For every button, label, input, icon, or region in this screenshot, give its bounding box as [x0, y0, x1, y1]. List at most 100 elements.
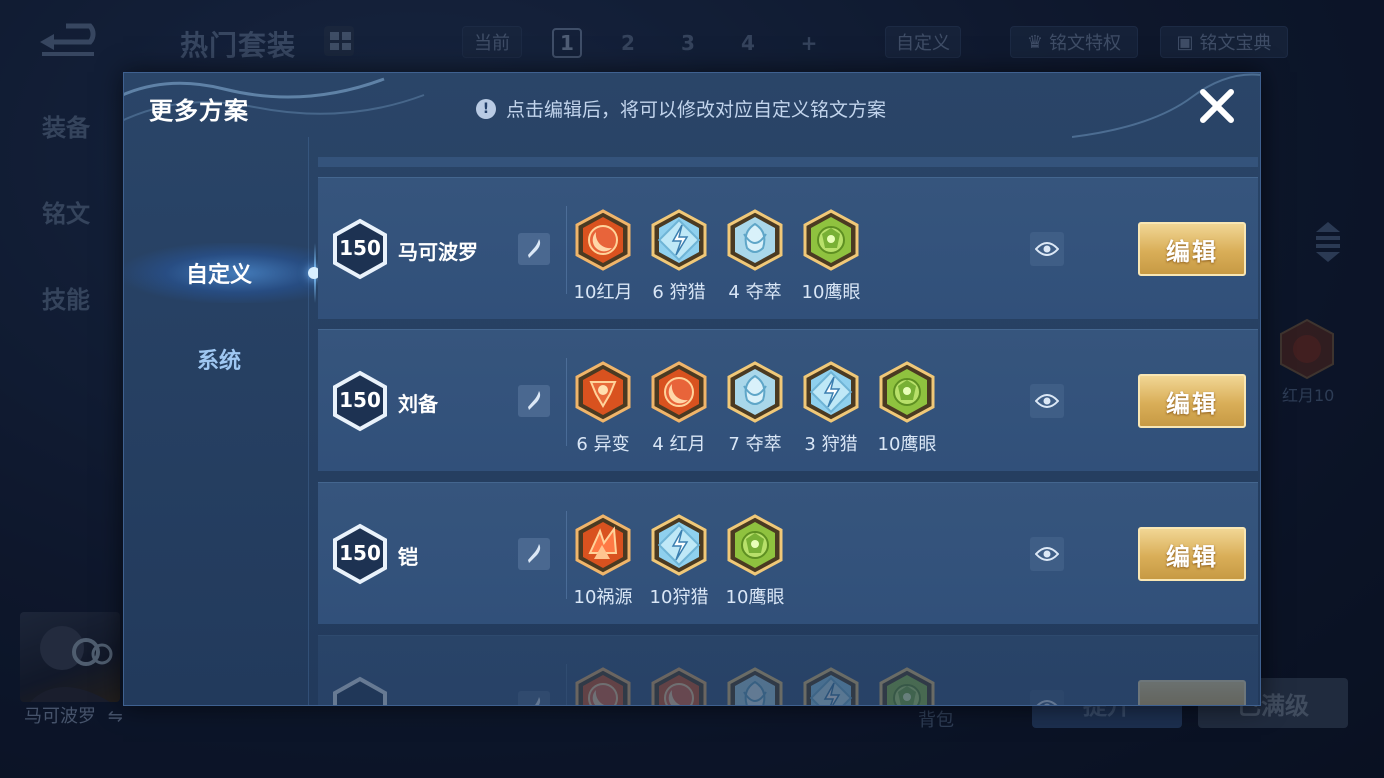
preview-button[interactable] [1030, 232, 1064, 266]
edit-button[interactable]: 编辑 [1138, 527, 1246, 581]
row-separator [566, 511, 567, 599]
hunter-rune-icon [803, 667, 859, 705]
red-moon-rune-icon [575, 667, 631, 705]
plan-name: 马可波罗 [398, 240, 478, 264]
rune-label: 4 红月 [652, 434, 706, 455]
rune-item: 6 狩猎 [650, 208, 708, 308]
pen-icon [528, 391, 541, 410]
rune-item: 4 红月 [650, 360, 708, 460]
rune-item [802, 666, 860, 705]
plan-tabs: 自定义 系统 [124, 137, 320, 705]
tab-custom[interactable]: 自定义 [124, 243, 320, 303]
plan-row-2: 150 刘备 6 异变 4 红月 7 夺萃 3 狩猎 10鹰眼 编辑 [318, 329, 1258, 471]
plunder-rune-icon [727, 209, 783, 271]
plan-list[interactable]: 150 马可波罗 10红月 6 狩猎 4 夺萃 10鹰眼 编辑 150 刘备 6… [318, 137, 1258, 705]
edit-button[interactable]: 编辑 [1138, 222, 1246, 276]
pen-icon [528, 239, 541, 258]
eagle-eye-rune-icon [803, 209, 859, 271]
close-button[interactable] [1194, 83, 1240, 129]
rune-item: 6 异变 [574, 360, 632, 460]
info-icon: ! [476, 98, 496, 119]
row-separator [566, 206, 567, 294]
eye-icon [1036, 700, 1058, 705]
plan-row-1: 150 马可波罗 10红月 6 狩猎 4 夺萃 10鹰眼 编辑 [318, 177, 1258, 319]
rune-label: 10鹰眼 [725, 587, 785, 608]
previous-row-edge [318, 157, 1258, 167]
rune-item [878, 666, 936, 705]
modal-title: 更多方案 [149, 97, 249, 125]
rune-label: 10狩猎 [649, 587, 709, 608]
rename-button[interactable] [518, 691, 550, 705]
mutation-rune-icon [575, 361, 631, 423]
rune-list [574, 666, 936, 705]
calamity-rune-icon [575, 514, 631, 576]
rune-label: 10鹰眼 [801, 282, 861, 303]
red-moon-rune-icon [651, 667, 707, 705]
rune-label: 10鹰眼 [877, 434, 937, 455]
hint-text: 点击编辑后，将可以修改对应自定义铭文方案 [506, 99, 887, 121]
close-icon [1200, 89, 1234, 123]
rune-label: 4 夺萃 [728, 282, 782, 303]
eagle-eye-rune-icon [879, 361, 935, 423]
plan-level: 150 [339, 541, 381, 565]
rename-button[interactable] [518, 538, 550, 570]
edit-button[interactable]: 编辑 [1138, 374, 1246, 428]
plan-level: 150 [339, 236, 381, 260]
preview-button[interactable] [1030, 384, 1064, 418]
modal-header: 更多方案 ! 点击编辑后，将可以修改对应自定义铭文方案 [124, 73, 1260, 138]
rune-item [574, 666, 632, 705]
row-separator [566, 664, 567, 705]
plunder-rune-icon [727, 361, 783, 423]
eagle-eye-rune-icon [879, 667, 935, 705]
tab-custom-label: 自定义 [185, 263, 252, 288]
tab-system[interactable]: 系统 [124, 329, 314, 389]
rune-label: 10祸源 [573, 587, 633, 608]
rune-label: 6 狩猎 [652, 282, 706, 303]
rune-item: 10鹰眼 [726, 513, 784, 613]
hunter-rune-icon [651, 209, 707, 271]
rune-label: 6 异变 [576, 434, 630, 455]
plan-name: 铠 [398, 545, 418, 569]
rune-item: 10鹰眼 [802, 208, 860, 308]
pen-icon [528, 544, 541, 563]
edit-button[interactable] [1138, 680, 1246, 705]
plan-row-3: 150 铠 10祸源 10狩猎 10鹰眼 编辑 [318, 482, 1258, 624]
rune-item: 7 夺萃 [726, 360, 784, 460]
hint: ! 点击编辑后，将可以修改对应自定义铭文方案 [476, 95, 886, 122]
red-moon-rune-icon [575, 209, 631, 271]
preview-button[interactable] [1030, 690, 1064, 705]
rune-item: 10狩猎 [650, 513, 708, 613]
rune-label: 3 狩猎 [804, 434, 858, 455]
eye-icon [1035, 394, 1059, 408]
more-plans-modal: 更多方案 ! 点击编辑后，将可以修改对应自定义铭文方案 自定义 系统 150 马… [123, 72, 1261, 706]
rename-button[interactable] [518, 385, 550, 417]
plan-name: 刘备 [398, 392, 438, 416]
preview-button[interactable] [1030, 537, 1064, 571]
eye-icon [1035, 547, 1059, 561]
rune-item: 3 狩猎 [802, 360, 860, 460]
rune-item: 10鹰眼 [878, 360, 936, 460]
pen-icon [535, 697, 541, 705]
rune-list: 10红月 6 狩猎 4 夺萃 10鹰眼 [574, 208, 860, 308]
rune-list: 10祸源 10狩猎 10鹰眼 [574, 513, 784, 613]
rune-item: 10祸源 [574, 513, 632, 613]
plan-level: 150 [339, 388, 381, 412]
rename-button[interactable] [518, 233, 550, 265]
eagle-eye-rune-icon [727, 514, 783, 576]
red-moon-rune-icon [651, 361, 707, 423]
rune-item [726, 666, 784, 705]
rune-item [650, 666, 708, 705]
hunter-rune-icon [803, 361, 859, 423]
rune-item: 4 夺萃 [726, 208, 784, 308]
rune-list: 6 异变 4 红月 7 夺萃 3 狩猎 10鹰眼 [574, 360, 936, 460]
plan-row-partial [318, 635, 1258, 705]
tab-system-label: 系统 [196, 349, 241, 374]
rune-label: 10红月 [573, 282, 633, 303]
tab-divider [308, 137, 309, 705]
rune-label: 7 夺萃 [728, 434, 782, 455]
level-hexagon-icon [333, 676, 387, 705]
hunter-rune-icon [651, 514, 707, 576]
eye-icon [1035, 242, 1059, 256]
plunder-rune-icon [727, 667, 783, 705]
row-separator [566, 358, 567, 446]
